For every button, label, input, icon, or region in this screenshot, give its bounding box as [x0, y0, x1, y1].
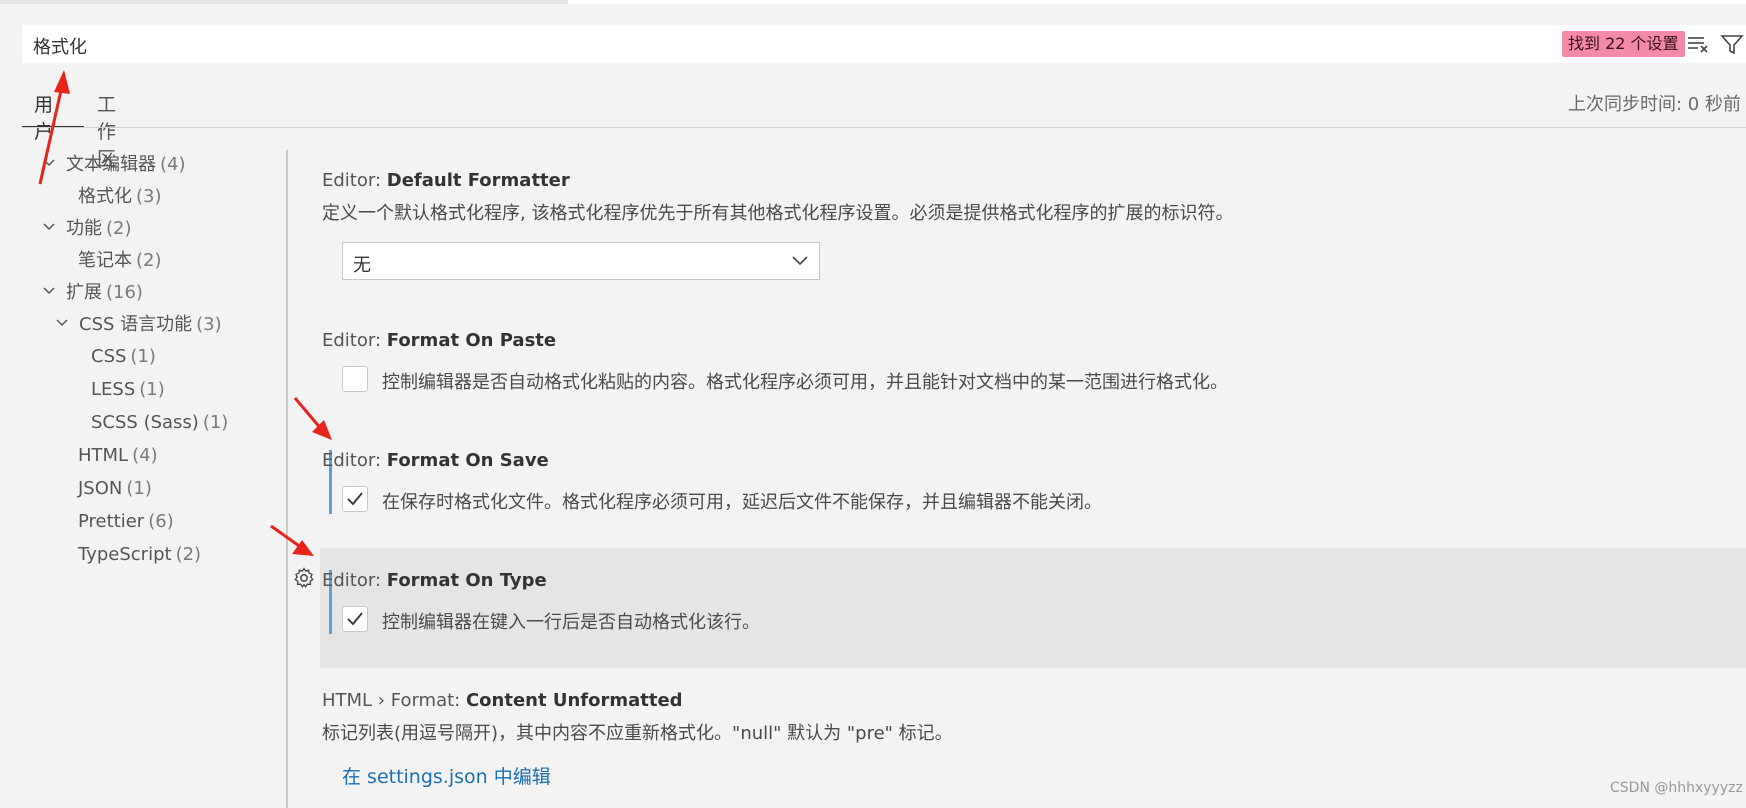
checkmark-icon [347, 492, 363, 506]
setting-title: Editor: Format On Save [322, 450, 1746, 471]
setting-category: HTML › Format: [322, 690, 466, 711]
setting-name: Content Unformatted [465, 690, 683, 711]
setting-format-on-save: Editor: Format On Save 在保存时格式化文件。格式化程序必须… [322, 450, 1746, 513]
toc-label: 格式化 [78, 186, 132, 207]
toc-label: 文本编辑器 [66, 154, 156, 175]
edit-in-settings-json-link[interactable]: 在 settings.json 中编辑 [342, 762, 551, 789]
toc-label: SCSS (Sass) [91, 412, 199, 433]
toc-label: CSS [91, 346, 127, 367]
toc-count: (6) [148, 511, 174, 532]
toc-item-notebook[interactable]: 笔记本 (2) [78, 248, 162, 274]
setting-category: Editor: [322, 570, 387, 591]
toc-item-extensions[interactable]: 扩展 (16) [42, 280, 143, 306]
watermark: CSDN @hhhxyyyzz [1610, 780, 1743, 796]
toc-item-prettier[interactable]: Prettier (6) [78, 509, 174, 535]
toc-count: (3) [136, 186, 162, 207]
toc-count: (1) [126, 478, 152, 499]
toc-label: TypeScript [78, 544, 172, 565]
select-value: 无 [353, 255, 371, 276]
toc-item-css-language[interactable]: CSS 语言功能 (3) [55, 312, 222, 338]
tabs-divider [22, 127, 1746, 128]
toc-count: (1) [202, 412, 229, 433]
toc-item-less[interactable]: LESS (1) [91, 377, 165, 403]
toc-item-formatting[interactable]: 格式化 (3) [78, 184, 162, 210]
format-on-type-checkbox[interactable] [342, 606, 368, 632]
setting-default-formatter: Editor: Default Formatter 定义一个默认格式化程序, 该… [322, 170, 1746, 225]
gear-icon[interactable] [292, 566, 316, 590]
setting-category: Editor: [322, 170, 387, 191]
sync-status: 上次同步时间: 0 秒前 [1568, 94, 1741, 115]
toc-label: 笔记本 [78, 250, 132, 271]
toc-item-json[interactable]: JSON (1) [78, 476, 152, 502]
chevron-down-icon [792, 256, 808, 266]
annotation-arrow [270, 524, 314, 556]
settings-search-bar[interactable]: 格式化 找到 22 个设置 [22, 25, 1746, 63]
toc-label: LESS [91, 379, 136, 400]
setting-title: Editor: Default Formatter [322, 170, 1746, 191]
setting-description: 控制编辑器是否自动格式化粘贴的内容。格式化程序必须可用，并且能针对文档中的某一范… [382, 372, 1228, 393]
setting-description: 定义一个默认格式化程序, 该格式化程序优先于所有其他格式化程序设置。必须是提供格… [322, 203, 1234, 224]
toc-count: (4) [132, 445, 158, 466]
toc-count: (2) [106, 218, 132, 239]
chevron-down-icon [43, 159, 55, 167]
setting-name: Format On Type [386, 570, 547, 591]
toc-label: 功能 [66, 218, 102, 239]
setting-format-on-paste: Editor: Format On Paste 控制编辑器是否自动格式化粘贴的内… [322, 330, 1746, 393]
toc-item-features[interactable]: 功能 (2) [42, 216, 132, 242]
toc-item-css[interactable]: CSS (1) [91, 344, 156, 370]
search-input[interactable]: 格式化 [33, 33, 87, 59]
checkmark-icon [347, 612, 363, 626]
setting-title: HTML › Format: Content Unformatted [322, 690, 1746, 711]
toc-count: (1) [139, 379, 165, 400]
toc-item-text-editor[interactable]: 文本编辑器 (4) [42, 152, 186, 178]
toc-label: HTML [78, 445, 129, 466]
toc-item-typescript[interactable]: TypeScript (2) [78, 542, 201, 568]
toc-label: JSON [78, 478, 123, 499]
toc-count: (1) [130, 346, 156, 367]
chevron-down-icon [43, 287, 55, 295]
annotation-arrows [38, 70, 332, 556]
tab-user[interactable]: 用户 [34, 90, 53, 144]
toc-count: (2) [175, 544, 202, 565]
setting-name: Default Formatter [386, 170, 570, 191]
chevron-down-icon [43, 223, 55, 231]
result-count-badge: 找到 22 个设置 [1562, 31, 1685, 57]
toc-count: (4) [160, 154, 186, 175]
annotation-arrow [293, 397, 332, 440]
setting-name: Format On Save [386, 450, 549, 471]
setting-description: 标记列表(用逗号隔开)，其中内容不应重新格式化。"null" 默认为 "pre"… [322, 723, 953, 744]
setting-category: Editor: [322, 330, 387, 351]
setting-title: Editor: Format On Paste [322, 330, 1746, 351]
chevron-down-icon [56, 319, 68, 327]
setting-description: 在保存时格式化文件。格式化程序必须可用，延迟后文件不能保存，并且编辑器不能关闭。 [382, 492, 1102, 513]
toc-divider [286, 150, 288, 808]
setting-category: Editor: [322, 450, 387, 471]
default-formatter-select[interactable]: 无 [342, 242, 820, 280]
toc-label: CSS 语言功能 [79, 314, 193, 335]
format-on-save-checkbox[interactable] [342, 486, 368, 512]
toc-count: (2) [136, 250, 162, 271]
setting-name: Format On Paste [386, 330, 557, 351]
window-top-strip [0, 0, 1746, 4]
toc-count: (3) [196, 314, 222, 335]
clear-filter-icon[interactable] [1686, 33, 1710, 55]
toc-count: (16) [106, 282, 143, 303]
setting-description: 控制编辑器在键入一行后是否自动格式化该行。 [382, 612, 760, 633]
setting-format-on-type: Editor: Format On Type 控制编辑器在键入一行后是否自动格式… [322, 570, 1746, 633]
toc-item-scss[interactable]: SCSS (Sass) (1) [91, 410, 228, 436]
toc-label: Prettier [78, 511, 145, 532]
setting-title: Editor: Format On Type [322, 570, 1746, 591]
toc-label: 扩展 [66, 282, 102, 303]
filter-icon[interactable] [1720, 33, 1744, 55]
setting-html-content-unformatted: HTML › Format: Content Unformatted 标记列表(… [322, 690, 1746, 745]
format-on-paste-checkbox[interactable] [342, 366, 368, 392]
editor-tab-strip [0, 0, 568, 4]
toc-item-html[interactable]: HTML (4) [78, 443, 158, 469]
